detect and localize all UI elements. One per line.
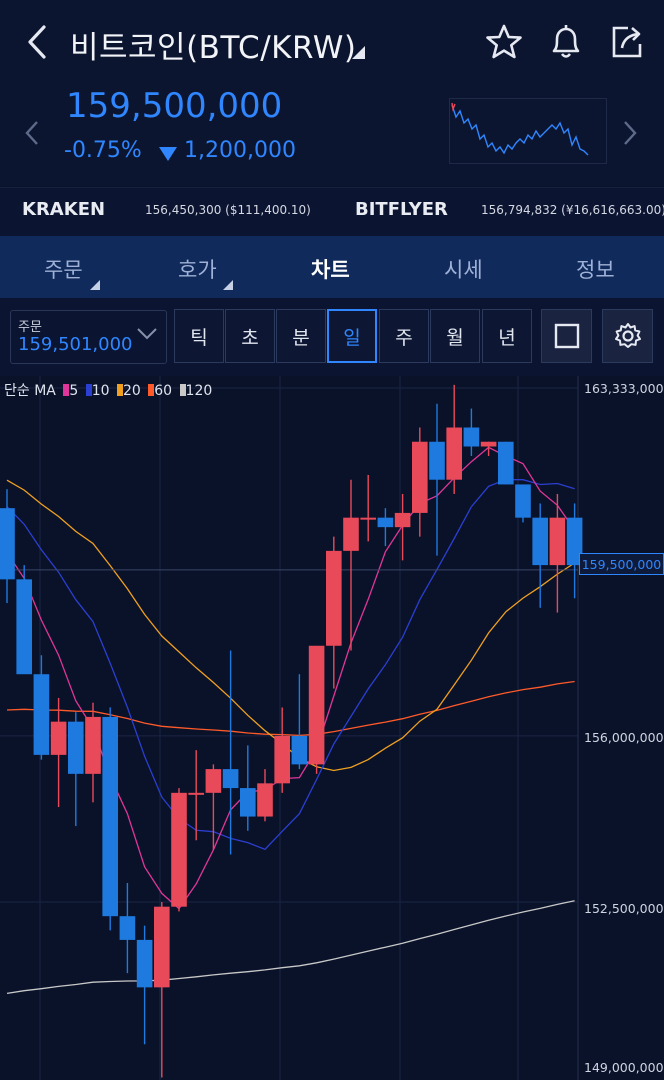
star-icon[interactable] bbox=[484, 20, 524, 64]
period-second[interactable]: 초 bbox=[225, 309, 275, 363]
ma10-line bbox=[6, 479, 575, 851]
y-axis-label-152-5m: 152,500,000 bbox=[584, 901, 664, 916]
exchange-name-kraken: KRAKEN bbox=[22, 199, 106, 220]
candle-body-31 bbox=[532, 517, 548, 566]
candle-body-25 bbox=[429, 441, 445, 480]
candle-body-32 bbox=[549, 517, 566, 566]
title-dropdown-icon[interactable] bbox=[352, 46, 365, 59]
down-triangle-icon bbox=[158, 146, 178, 166]
tab-orderbook-dropdown-icon bbox=[223, 280, 233, 290]
y-axis-label-bottom: 149,000,000 bbox=[584, 1060, 664, 1075]
y-axis-label-156m: 156,000,000 bbox=[584, 730, 664, 745]
settings-button[interactable] bbox=[602, 309, 653, 363]
ma20-label: 20 bbox=[122, 383, 141, 399]
candle-body-3 bbox=[50, 721, 67, 755]
candle-body-8 bbox=[136, 939, 153, 988]
candle-body-16 bbox=[274, 735, 290, 784]
candle-body-17 bbox=[291, 735, 308, 765]
candle-body-23 bbox=[394, 512, 411, 528]
tab-order-dropdown-icon bbox=[90, 280, 100, 290]
current-price: 159,500,000 bbox=[66, 86, 283, 126]
candle-body-13 bbox=[222, 769, 239, 789]
candle-body-15 bbox=[257, 783, 273, 817]
candle-body-10 bbox=[171, 792, 187, 907]
exchange-value-kraken: 156,450,300 ($111,400.10) bbox=[145, 203, 311, 217]
candle-body-11 bbox=[188, 792, 204, 795]
coin-title[interactable]: 비트코인(BTC/KRW) bbox=[70, 22, 357, 67]
candle-body-18 bbox=[308, 645, 325, 765]
gear-icon bbox=[614, 323, 641, 348]
order-price-value: 159,501,000 bbox=[18, 334, 133, 355]
ma10-label: 10 bbox=[91, 383, 110, 399]
period-day[interactable]: 일 bbox=[327, 309, 377, 363]
ma5-label: 5 bbox=[69, 383, 79, 399]
exchange-name-bitflyer: BITFLYER bbox=[355, 199, 448, 220]
y-axis-label-top: 163,333,000 bbox=[584, 381, 664, 396]
candle-body-20 bbox=[343, 517, 359, 551]
candle-body-24 bbox=[412, 441, 428, 513]
candle-body-29 bbox=[498, 441, 514, 485]
ma120-label: 120 bbox=[185, 383, 213, 399]
bell-icon[interactable] bbox=[546, 20, 586, 64]
candle-body-21 bbox=[360, 517, 376, 520]
change-percent: -0.75% bbox=[64, 138, 142, 163]
candle-body-6 bbox=[102, 716, 118, 917]
period-year[interactable]: 년 bbox=[482, 309, 532, 363]
candlestick-chart[interactable] bbox=[0, 376, 664, 1080]
exchange-value-bitflyer: 156,794,832 (¥16,616,663.00) bbox=[481, 203, 664, 217]
tab-orderbook[interactable]: 호가 bbox=[178, 254, 217, 284]
candle-body-19 bbox=[326, 550, 342, 646]
ma-legend[interactable]: 단순 MA 5 10 20 60 120 bbox=[4, 380, 212, 400]
tab-info[interactable]: 정보 bbox=[576, 254, 615, 284]
candle-body-0 bbox=[0, 508, 15, 580]
candle-body-28 bbox=[480, 441, 497, 447]
share-icon[interactable] bbox=[608, 20, 648, 64]
next-coin-icon[interactable] bbox=[622, 120, 638, 150]
candle-body-30 bbox=[515, 484, 531, 518]
candle-body-26 bbox=[446, 427, 462, 480]
back-icon[interactable] bbox=[22, 22, 62, 62]
candle-body-5 bbox=[85, 716, 101, 774]
mini-chart[interactable] bbox=[449, 98, 607, 164]
candle-body-1 bbox=[16, 579, 32, 675]
ma120-line bbox=[6, 900, 575, 995]
ma-legend-prefix: 단순 MA bbox=[4, 383, 56, 399]
change-amount: 1,200,000 bbox=[184, 138, 296, 163]
candle-body-7 bbox=[119, 916, 136, 940]
candle-body-9 bbox=[154, 906, 170, 988]
tab-market[interactable]: 시세 bbox=[444, 254, 483, 284]
period-month[interactable]: 월 bbox=[430, 309, 480, 363]
fullscreen-button[interactable] bbox=[541, 309, 592, 363]
tab-chart[interactable]: 차트 bbox=[311, 254, 350, 284]
candle-body-4 bbox=[68, 721, 84, 774]
chevron-down-icon[interactable] bbox=[136, 326, 158, 345]
candle-body-27 bbox=[463, 427, 480, 447]
period-tick[interactable]: 틱 bbox=[174, 309, 224, 363]
prev-coin-icon[interactable] bbox=[24, 120, 40, 150]
period-minute[interactable]: 분 bbox=[276, 309, 326, 363]
current-price-marker: 159,500,000 bbox=[579, 553, 664, 575]
candle-body-2 bbox=[33, 674, 50, 755]
tab-order[interactable]: 주문 bbox=[44, 254, 83, 284]
candle-body-14 bbox=[240, 788, 256, 817]
order-price-label: 주문 bbox=[18, 320, 42, 335]
ma5-line bbox=[6, 446, 576, 910]
ma60-label: 60 bbox=[154, 383, 173, 399]
period-week[interactable]: 주 bbox=[379, 309, 429, 363]
candle-body-22 bbox=[377, 517, 394, 528]
candle-body-12 bbox=[205, 769, 222, 793]
square-icon bbox=[554, 323, 579, 349]
